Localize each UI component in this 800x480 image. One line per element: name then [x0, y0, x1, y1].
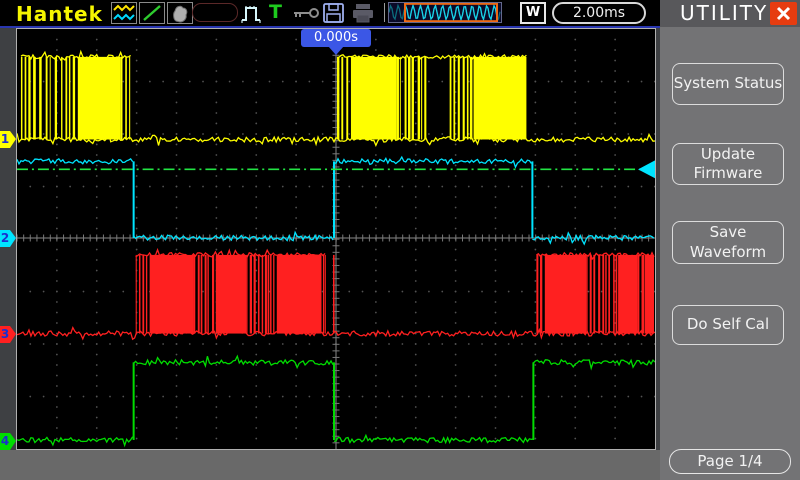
status-bar: CH1 2.00V CH2 2.00V CH3 2.00V CH4 2.00V … [0, 450, 660, 480]
window-mode-icon[interactable]: W [520, 2, 546, 24]
waveform-preview[interactable] [388, 2, 502, 23]
timebase-readout[interactable]: 2.00ms [552, 2, 646, 24]
close-icon [776, 6, 791, 21]
update-firmware-button[interactable]: Update Firmware [672, 143, 784, 185]
toolbar: Hantek T W 2.00ms [0, 0, 660, 28]
toolbar-separator [384, 3, 385, 22]
trigger-position-label[interactable]: 0.000s [301, 29, 371, 47]
waveform-svg [17, 29, 655, 449]
save-floppy-icon[interactable] [321, 2, 346, 24]
hantek-logo: Hantek [16, 2, 103, 26]
trigger-position-pointer-icon [328, 46, 344, 55]
key-lock-icon[interactable] [291, 5, 321, 20]
menu-title: UTILITY [680, 1, 769, 25]
scope-display [16, 28, 656, 450]
waveform-display-icon[interactable] [111, 2, 137, 24]
ch1-marker[interactable]: 1 [0, 131, 16, 148]
cursor-line-icon[interactable] [139, 2, 165, 24]
print-icon[interactable] [350, 2, 376, 24]
trigger-t-icon[interactable]: T [269, 1, 282, 23]
ch3-marker[interactable]: 3 [0, 326, 16, 343]
close-button[interactable] [770, 2, 797, 25]
hand-tool-icon[interactable] [167, 2, 193, 24]
save-waveform-button[interactable]: Save Waveform [672, 221, 784, 264]
oscilloscope-screen: { "toolbar": { "logo": "Hantek", "timeba… [0, 0, 800, 480]
utility-menu-panel: UTILITY System Status Update Firmware Sa… [660, 0, 800, 480]
do-self-cal-button[interactable]: Do Self Cal [672, 305, 784, 345]
ch2-marker[interactable]: 2 [0, 230, 16, 247]
pulse-trigger-icon[interactable] [239, 2, 267, 25]
empty-indicator-slot [192, 3, 238, 22]
menu-header: UTILITY [660, 0, 800, 27]
system-status-button[interactable]: System Status [672, 63, 784, 105]
ch4-marker[interactable]: 4 [0, 433, 16, 450]
page-button[interactable]: Page 1/4 [669, 449, 791, 474]
